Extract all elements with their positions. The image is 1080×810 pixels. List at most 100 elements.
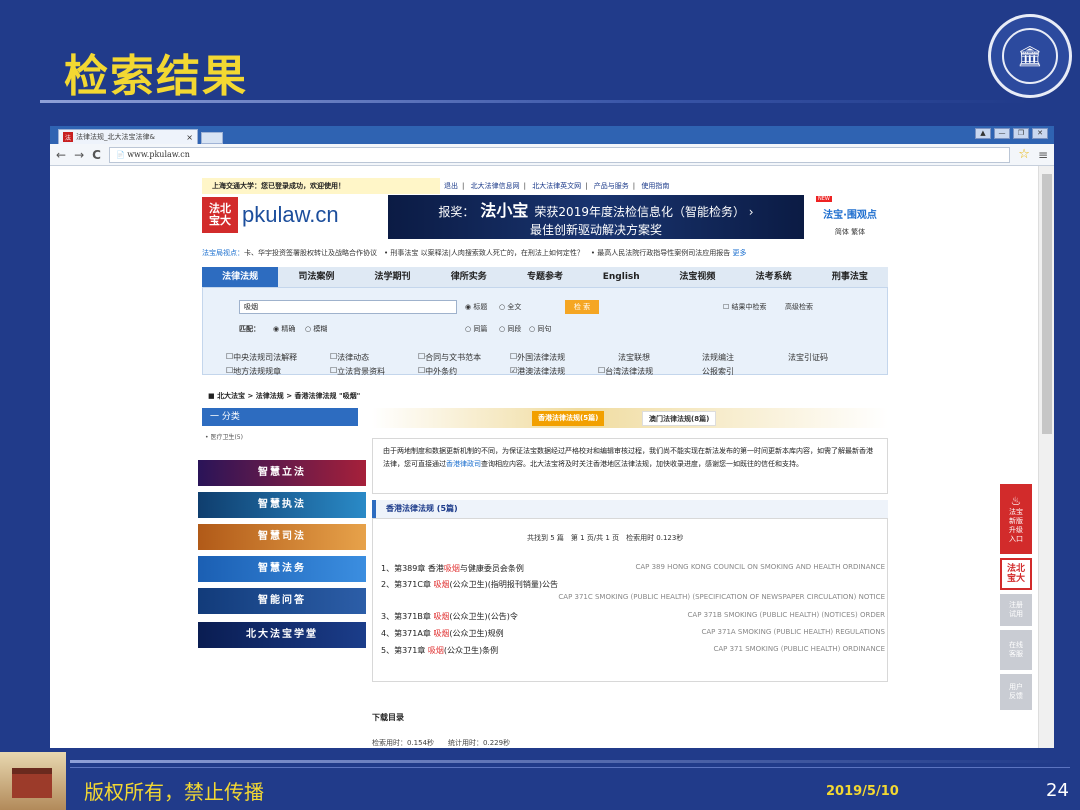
nav-exam[interactable]: 法考系统 [736, 267, 812, 287]
more-link[interactable]: 更多 [733, 249, 747, 257]
breadcrumb-text: 北大法宝 > 法律法规 > 香港法律法规 "吸烟" [217, 392, 361, 400]
online-service-button[interactable]: 在线客服 [1000, 630, 1032, 670]
same-para-radio[interactable]: ○ 同段 [499, 324, 521, 334]
result-row[interactable]: 4、第371A章 吸烟(公众卫生)规例 CAP 371A SMOKING (PUB… [381, 628, 887, 639]
logout-link[interactable]: 退出 [444, 182, 458, 190]
products-link[interactable]: 产品与服务 [594, 182, 629, 190]
left-btn-enforcement[interactable]: 智慧执法 [198, 492, 366, 518]
category-item[interactable]: • 医疗卫生(5) [205, 432, 243, 441]
browser-tab[interactable]: 法 法律法规_北大法宝法律& × [58, 129, 198, 144]
check-treaties[interactable]: ☐ 中外条约 [418, 366, 457, 376]
nav-practice[interactable]: 律所实务 [431, 267, 507, 287]
result-row[interactable]: 2、第371C章 吸烟(公众卫生)(指明报刊销量)公告 CAP 371C SMOK… [381, 579, 887, 601]
address-bar: ← → C 📄 www.pkulaw.cn ☆ ≡ [50, 144, 1054, 166]
nav-video[interactable]: 法宝视频 [659, 267, 735, 287]
ticker-label: 法宝局视点： [202, 249, 244, 257]
result-row[interactable]: 3、第371B章 吸烟(公众卫生)(公告)令 CAP 371B SMOKING (… [381, 611, 887, 622]
link-annotation[interactable]: 法规编注 [702, 352, 734, 363]
language-switch[interactable]: 简体 繁体 [810, 227, 890, 237]
in-results-checkbox[interactable]: ☐ 结果中检索 [723, 302, 767, 312]
menu-icon[interactable]: ≡ [1038, 148, 1048, 162]
left-btn-legal-affairs[interactable]: 智慧法务 [198, 556, 366, 582]
side-brand-label: 法宝·围观点 [823, 210, 877, 221]
match-fuzzy-radio[interactable]: ○ 模糊 [305, 324, 327, 334]
same-article-radio[interactable]: ○ 同篇 [465, 324, 487, 334]
page-scrollbar[interactable] [1038, 166, 1054, 748]
result-row[interactable]: 1、第389章 香港吸烟与健康委员会条例 CAP 389 HONG KONG CO… [381, 563, 887, 574]
result-keyword: 吸烟 [427, 646, 444, 655]
left-btn-academy[interactable]: 北大法宝学堂 [198, 622, 366, 648]
nav-cases[interactable]: 司法案例 [278, 267, 354, 287]
nav-english[interactable]: English [583, 267, 659, 287]
bookmark-star-icon[interactable]: ☆ [1018, 147, 1030, 162]
match-exact-radio[interactable]: ◉ 精确 [273, 324, 295, 334]
scroll-thumb[interactable] [1042, 174, 1052, 434]
check-taiwan[interactable]: ☐ 台湾法律法规 [598, 366, 653, 376]
link-gazette[interactable]: 公报索引 [702, 366, 734, 377]
side-brand[interactable]: NEW 法宝·围观点 简体 繁体 [810, 196, 890, 236]
chinalawinfo-link[interactable]: 北大法律信息网 [471, 182, 520, 190]
logo-icon: 🏛 [1002, 28, 1058, 84]
nav-criminal[interactable]: 刑事法宝 [812, 267, 888, 287]
library-checks: ☐ 中央法规司法解释 ☐ 法律动态 ☐ 合同与文书范本 ☐ 外国法律法规 法宝联… [226, 352, 886, 382]
download-catalog[interactable]: 下载目录 [372, 712, 404, 723]
new-tab-button[interactable] [201, 132, 223, 144]
tab-macau-laws[interactable]: 澳门法律法规(8篇) [642, 411, 717, 426]
result-row[interactable]: 5、第371章 吸烟(公众卫生)条例 CAP 371 SMOKING (PUBLI… [381, 645, 887, 656]
guide-link[interactable]: 使用指南 [641, 182, 669, 190]
check-contracts[interactable]: ☐ 合同与文书范本 [418, 352, 481, 362]
result-num: 2、第371C章 [381, 580, 434, 589]
tab-close-icon[interactable]: × [186, 133, 193, 142]
register-trial-button[interactable]: 注册试用 [1000, 594, 1032, 626]
link-association[interactable]: 法宝联想 [618, 352, 650, 363]
check-central[interactable]: ☐ 中央法规司法解释 [226, 352, 297, 362]
user-feedback-button[interactable]: 用户反馈 [1000, 674, 1032, 710]
close-window-button[interactable]: ✕ [1032, 128, 1048, 139]
tab-hk-laws[interactable]: 香港法律法规(5篇) [532, 411, 605, 426]
check-news[interactable]: ☐ 法律动态 [330, 352, 369, 362]
result-keyword: 吸烟 [443, 564, 460, 573]
result-keyword: 吸烟 [433, 580, 450, 589]
upgrade-entry-button[interactable]: ♨ 法宝新版升级入口 [1000, 484, 1032, 554]
banner-line1: 报奖： 法小宝 荣获2019年度法检信息化（智能检务） › [438, 200, 754, 220]
scope-title-radio[interactable]: ◉ 标题 [465, 302, 487, 312]
nav-journals[interactable]: 法学期刊 [354, 267, 430, 287]
search-button[interactable]: 检 索 [565, 300, 599, 314]
top-line: 上海交通大学：您已登录成功，欢迎使用！ 退出 | 北大法律信息网 | 北大法律英文网… [202, 177, 888, 195]
check-local[interactable]: ☐ 地方法规规章 [226, 366, 281, 376]
minimize-button[interactable]: — [994, 128, 1010, 139]
site-logo[interactable]: 法北 宝大 pkulaw.cn [202, 196, 382, 234]
scope-full-radio[interactable]: ○ 全文 [499, 302, 521, 312]
category-header[interactable]: 一 分类 [202, 408, 358, 426]
left-btn-lawmaking[interactable]: 智慧立法 [198, 460, 366, 486]
reload-icon[interactable]: C [92, 148, 101, 162]
new-badge: NEW [816, 196, 832, 202]
footer-image [0, 752, 66, 810]
nav-topics[interactable]: 专题参考 [507, 267, 583, 287]
ticker-text[interactable]: 卡、华宇投资签署股权转让及战略合作协议 • 刑事法宝 以案释法|人肉搜索致人死亡… [244, 249, 730, 257]
advanced-search-link[interactable]: 高级检索 [785, 302, 813, 312]
pin-button[interactable]: ▲ [975, 128, 991, 139]
category-item-label: 医疗卫生(5) [210, 434, 243, 441]
result-num: 5、第371章 [381, 646, 428, 655]
banner-name: 法小宝 [480, 200, 529, 220]
nav-laws[interactable]: 法律法规 [202, 267, 279, 287]
link-citation[interactable]: 法宝引证码 [788, 352, 828, 363]
check-foreign[interactable]: ☐ 外国法律法规 [510, 352, 565, 362]
check-hkmacau[interactable]: ☑ 港澳法律法规 [510, 366, 565, 376]
same-sentence-radio[interactable]: ○ 同句 [529, 324, 551, 334]
left-btn-qa[interactable]: 智能问答 [198, 588, 366, 614]
url-input[interactable]: 📄 www.pkulaw.cn [108, 146, 1011, 163]
pkulaw-logo-button[interactable]: 法北宝大 [1000, 558, 1032, 590]
forward-icon[interactable]: → [74, 148, 84, 162]
award-banner[interactable]: 报奖： 法小宝 荣获2019年度法检信息化（智能检务） › 最佳创新驱动解决方案奖 [388, 195, 804, 239]
english-site-link[interactable]: 北大法律英文网 [532, 182, 581, 190]
maximize-button[interactable]: ❐ [1013, 128, 1029, 139]
same-sentence-label: 同句 [537, 325, 552, 333]
check-background[interactable]: ☐ 立法背景资料 [330, 366, 385, 376]
doj-link[interactable]: 香港律政司 [446, 460, 481, 468]
back-icon[interactable]: ← [56, 148, 66, 162]
left-btn-judiciary[interactable]: 智慧司法 [198, 524, 366, 550]
search-input[interactable]: 吸烟 [239, 300, 457, 314]
result-english: CAP 371 SMOKING (PUBLIC HEALTH) ORDINANC… [713, 645, 885, 653]
